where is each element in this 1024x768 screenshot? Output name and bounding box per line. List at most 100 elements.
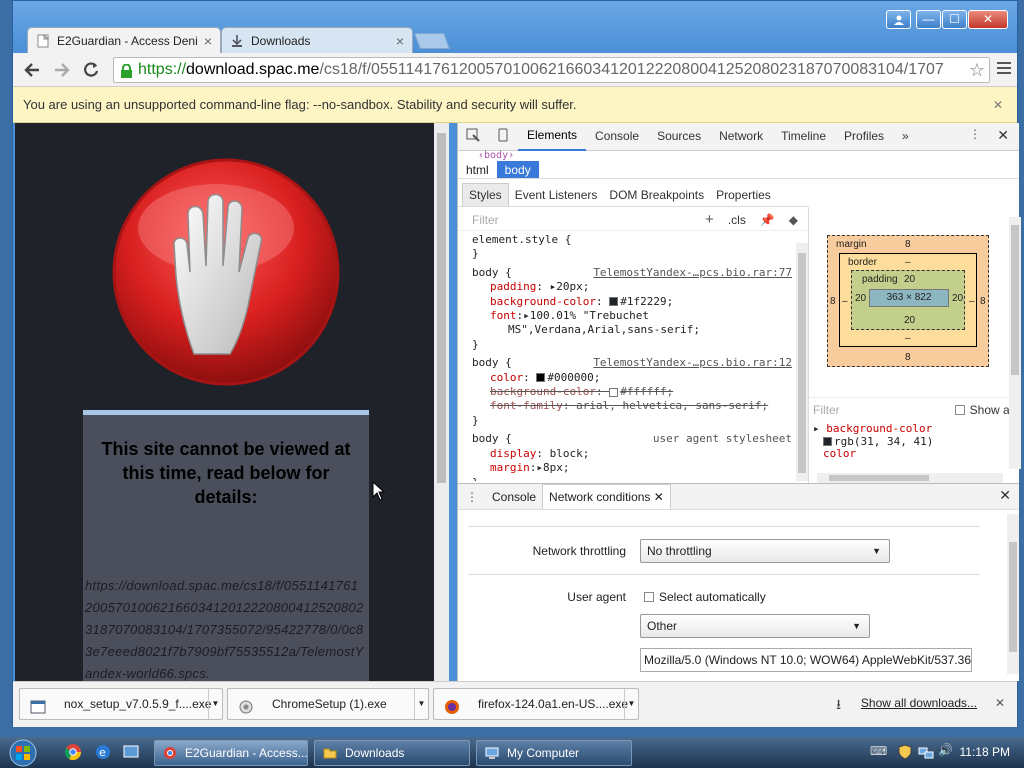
rule-body-ua[interactable]: body { user agent stylesheet display: bl… xyxy=(472,432,792,481)
device-mode-icon[interactable] xyxy=(488,128,518,145)
drawer-tab-network-conditions[interactable]: Network conditions ✕ xyxy=(542,484,671,509)
prop-name[interactable]: color xyxy=(490,371,523,384)
prop-value[interactable]: #1f2229; xyxy=(620,295,673,308)
select-automatically-checkbox[interactable]: Select automatically xyxy=(644,590,766,604)
more-tabs-icon[interactable]: » xyxy=(893,123,918,150)
prop-name[interactable]: background-color xyxy=(490,295,596,308)
padding-bottom[interactable]: 20 xyxy=(904,315,915,326)
tab-close-icon[interactable]: × xyxy=(396,33,404,49)
prop-name[interactable]: padding xyxy=(490,280,536,293)
taskbar-downloads[interactable]: Downloads xyxy=(314,740,470,766)
download-item-firefox[interactable]: firefox-124.0a1.en-US....exe ▼ xyxy=(433,688,639,720)
margin-left[interactable]: 8 xyxy=(830,296,836,307)
color-format-icon[interactable]: ◆ xyxy=(789,209,798,231)
throttling-select[interactable]: No throttling ▼ xyxy=(640,539,890,563)
taskbar-e2guardian[interactable]: E2Guardian - Access... xyxy=(154,740,308,766)
close-window-button[interactable]: ✕ xyxy=(968,10,1008,29)
prop-value[interactable]: #000000; xyxy=(547,371,600,384)
internet-explorer-icon[interactable]: e xyxy=(94,743,112,761)
tab-downloads[interactable]: Downloads × xyxy=(221,27,413,53)
prop-value[interactable]: block; xyxy=(550,447,590,460)
bookmark-star-icon[interactable]: ☆ xyxy=(965,58,985,82)
source-link[interactable]: TelemostYandex-…pcs.bio.rar:77 xyxy=(593,266,792,280)
volume-icon[interactable]: 🔊 xyxy=(938,743,953,757)
chevron-down-icon[interactable]: ▼ xyxy=(414,689,428,719)
chevron-down-icon[interactable]: ▼ xyxy=(624,689,638,719)
prop-value[interactable]: arial, helvetica, sans-serif; xyxy=(576,399,768,412)
forward-arrow-icon[interactable] xyxy=(51,59,73,81)
tab-e2guardian[interactable]: E2Guardian - Access Denie × xyxy=(27,27,221,53)
keyboard-icon[interactable]: ⌨ xyxy=(870,744,887,758)
prop-value[interactable]: MS",Verdana,Arial,sans-serif; xyxy=(508,323,700,336)
windows-start-icon[interactable] xyxy=(6,739,40,767)
margin-top[interactable]: 8 xyxy=(905,239,911,250)
shield-icon[interactable] xyxy=(898,744,912,760)
padding-right[interactable]: 20 xyxy=(952,293,963,304)
color-swatch[interactable] xyxy=(536,373,546,383)
back-arrow-icon[interactable] xyxy=(21,59,43,81)
show-all-downloads-link[interactable]: Show all downloads... xyxy=(861,696,977,710)
prop-value[interactable]: 8px; xyxy=(543,461,570,474)
tab-dom-breakpoints[interactable]: DOM Breakpoints xyxy=(603,184,710,206)
prop-value[interactable]: 100.01% "Trebuchet xyxy=(530,309,649,322)
tab-timeline[interactable]: Timeline xyxy=(772,123,835,150)
border-top[interactable]: – xyxy=(905,257,911,268)
color-swatch[interactable] xyxy=(609,297,619,307)
prop-name[interactable]: margin xyxy=(490,461,530,474)
styles-scrollbar[interactable] xyxy=(796,243,808,481)
menu-icon[interactable] xyxy=(997,62,1011,77)
margin-bottom[interactable]: 8 xyxy=(905,352,911,363)
blocked-url[interactable]: https://download.spac.me/cs18/f/05511417… xyxy=(85,575,365,681)
profile-icon[interactable] xyxy=(886,10,911,29)
padding-left[interactable]: 20 xyxy=(855,293,866,304)
taskbar-my-computer[interactable]: My Computer xyxy=(476,740,632,766)
infobar-close-icon[interactable]: ✕ xyxy=(993,87,1003,123)
chevron-down-icon[interactable]: ▼ xyxy=(208,689,222,719)
crumb-html[interactable]: html xyxy=(458,161,497,178)
tab-event-listeners[interactable]: Event Listeners xyxy=(509,184,604,206)
rule-element-style[interactable]: element.style { } xyxy=(472,233,792,262)
devtools-close-icon[interactable]: ✕ xyxy=(997,127,1009,144)
minimize-button[interactable]: — xyxy=(916,10,941,29)
color-swatch[interactable] xyxy=(823,437,832,446)
prop-name[interactable]: font xyxy=(490,309,517,322)
devtools-menu-icon[interactable]: ⋮ xyxy=(969,127,981,141)
chrome-icon[interactable] xyxy=(64,743,82,761)
clock[interactable]: 11:18 PM xyxy=(960,745,1010,759)
computed-prop-name[interactable]: background-color xyxy=(826,422,932,435)
box-model-content[interactable]: 363 × 822 xyxy=(869,289,949,307)
prop-name[interactable]: display xyxy=(490,447,536,460)
prop-value[interactable]: #ffffff; xyxy=(620,385,673,398)
drawer-menu-icon[interactable]: ⋮ xyxy=(458,490,486,504)
show-desktop-icon[interactable] xyxy=(122,743,140,761)
border-right[interactable]: – xyxy=(969,296,975,307)
download-item-chromesetup[interactable]: ChromeSetup (1).exe ▼ xyxy=(227,688,429,720)
show-all-checkbox[interactable]: Show all xyxy=(954,398,1015,422)
tab-close-icon[interactable]: × xyxy=(204,33,212,49)
dom-tree-body-node[interactable]: ‹body› xyxy=(478,150,514,161)
add-rule-icon[interactable]: + xyxy=(705,209,714,231)
tab-network[interactable]: Network xyxy=(710,123,772,150)
computed-prop-name[interactable]: color xyxy=(823,447,856,460)
rule-body-77[interactable]: body { TelemostYandex-…pcs.bio.rar:77 pa… xyxy=(472,266,792,352)
user-agent-input[interactable]: Mozilla/5.0 (Windows NT 10.0; WOW64) App… xyxy=(640,648,972,672)
styles-filter-input[interactable]: Filter + .cls 📌 ◆ xyxy=(458,209,808,231)
download-item-nox[interactable]: nox_setup_v7.0.5.9_f....exe ▼ xyxy=(19,688,223,720)
new-tab-button[interactable] xyxy=(414,33,450,49)
tab-sources[interactable]: Sources xyxy=(648,123,710,150)
page-scrollbar[interactable] xyxy=(434,123,449,681)
border-left[interactable]: – xyxy=(842,296,848,307)
computed-hscrollbar[interactable] xyxy=(817,473,1003,483)
tab-properties[interactable]: Properties xyxy=(710,184,777,206)
border-bottom[interactable]: – xyxy=(905,333,911,344)
source-link[interactable]: TelemostYandex-…pcs.bio.rar:12 xyxy=(593,356,792,370)
computed-scrollbar[interactable] xyxy=(1009,217,1021,469)
cls-toggle[interactable]: .cls xyxy=(728,209,746,231)
drawer-close-icon[interactable]: ✕ xyxy=(999,487,1011,504)
address-bar[interactable]: https://download.spac.me/cs18/f/05511417… xyxy=(113,57,990,83)
tab-styles[interactable]: Styles xyxy=(462,183,509,206)
drawer-tab-console[interactable]: Console xyxy=(486,485,542,509)
close-icon[interactable]: ✕ xyxy=(654,490,664,504)
color-swatch[interactable] xyxy=(609,387,619,397)
computed-filter-input[interactable]: Filter Show all xyxy=(809,397,1021,421)
